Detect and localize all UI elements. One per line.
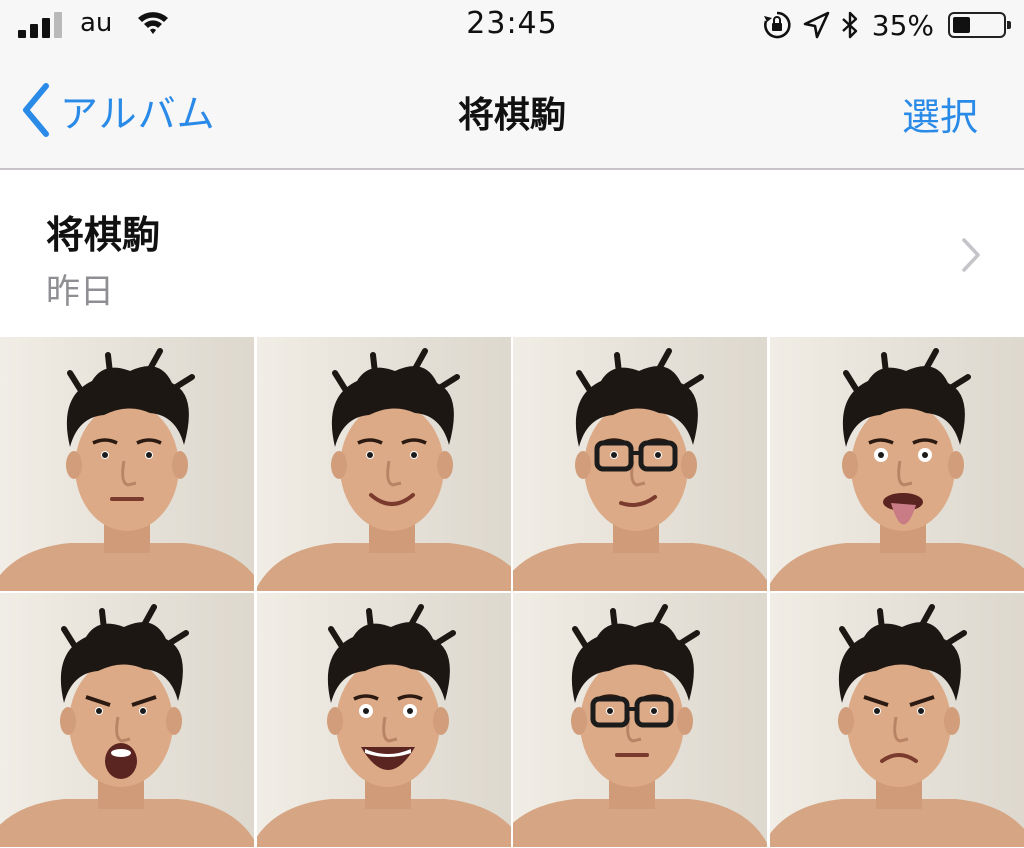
album-title: 将棋駒 (46, 213, 161, 257)
select-button[interactable]: 選択 (902, 86, 978, 141)
bluetooth-icon (841, 11, 857, 39)
portrait-image (0, 337, 254, 591)
location-icon (803, 11, 830, 39)
status-bar: au 23:45 35% (0, 0, 1024, 52)
photo-thumbnail[interactable] (0, 593, 254, 847)
photo-thumbnail[interactable] (513, 593, 768, 847)
photo-thumbnail[interactable] (769, 337, 1024, 591)
photo-thumbnail[interactable] (769, 593, 1024, 847)
chevron-right-icon (962, 238, 980, 272)
portrait-image (769, 593, 1024, 847)
battery-icon (948, 12, 1011, 38)
album-date: 昨日 (46, 272, 114, 312)
album-header-row[interactable]: 将棋駒 昨日 (0, 170, 1024, 336)
portrait-image (513, 337, 768, 591)
photo-thumbnail[interactable] (0, 337, 254, 591)
portrait-image (0, 593, 254, 847)
orientation-lock-icon (763, 11, 791, 39)
photo-thumbnail[interactable] (513, 337, 768, 591)
page-title: 将棋駒 (457, 95, 566, 136)
portrait-image (256, 593, 511, 847)
battery-level-fill (953, 17, 970, 33)
photo-grid (0, 337, 1024, 848)
portrait-image (256, 337, 511, 591)
navigation-bar: アルバム 将棋駒 選択 (0, 52, 1024, 170)
portrait-image (513, 593, 768, 847)
photo-thumbnail[interactable] (256, 337, 511, 591)
battery-percent: 35% (871, 8, 934, 42)
portrait-image (769, 337, 1024, 591)
photo-thumbnail[interactable] (256, 593, 511, 847)
